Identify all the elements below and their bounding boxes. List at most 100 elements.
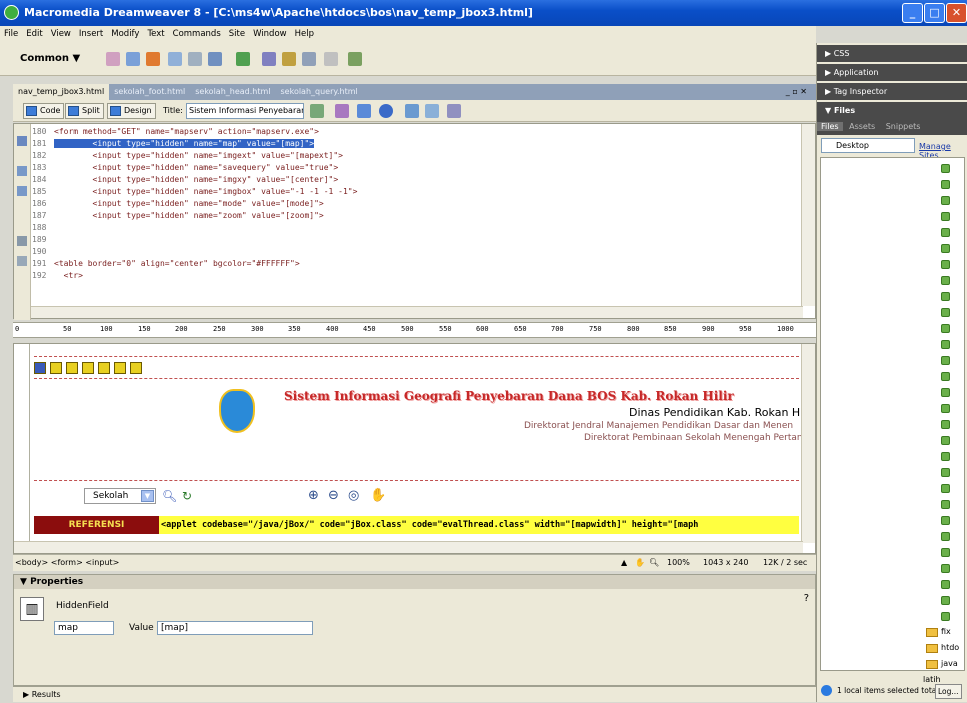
folder-icon[interactable] [926, 644, 938, 653]
file-icon[interactable] [941, 356, 950, 365]
zoom-level-select[interactable]: 100% [667, 555, 690, 571]
tab-sekolah-head[interactable]: sekolah_head.html [190, 84, 275, 100]
code-vertical-scrollbar[interactable] [801, 124, 815, 306]
menu-modify[interactable]: Modify [107, 29, 143, 39]
menu-text[interactable]: Text [143, 29, 168, 39]
css-panel-header[interactable]: ▶ CSS [817, 45, 967, 62]
results-panel-header[interactable]: ▶ Results [13, 686, 816, 702]
visual-aids-icon[interactable] [447, 104, 461, 118]
code-line[interactable]: <input type="hidden" name="imgext" value… [54, 151, 343, 160]
folder-icon[interactable] [926, 628, 938, 637]
window-size-select[interactable]: 1043 x 240 [703, 555, 748, 571]
refresh-design-icon[interactable] [357, 104, 371, 118]
menu-edit[interactable]: Edit [22, 29, 46, 39]
hyperlink-icon[interactable] [106, 52, 120, 66]
code-view-pane[interactable]: 180 <form method="GET" name="mapserv" act… [13, 123, 816, 320]
search-icon[interactable]: 🔍︎ [162, 489, 177, 503]
maximize-button[interactable]: □ [924, 3, 945, 23]
file-icon[interactable] [941, 372, 950, 381]
pan-hand-icon[interactable]: ✋ [370, 488, 386, 503]
sekolah-select[interactable]: Sekolah ▼ [84, 488, 156, 504]
hidden-field-marker-icon[interactable] [50, 362, 62, 374]
named-anchor-icon[interactable] [146, 52, 160, 66]
hand-tool-icon[interactable]: ✋ [635, 555, 645, 571]
full-extent-icon[interactable]: ◎ [348, 488, 359, 503]
highlight-invalid-icon[interactable] [17, 236, 27, 246]
code-line[interactable]: <input type="hidden" name="imgxy" value=… [54, 175, 339, 184]
folder-icon[interactable] [926, 660, 938, 669]
code-line-selected[interactable]: <input type="hidden" name="map" value="[… [54, 139, 315, 148]
collapse-icon[interactable] [17, 166, 27, 176]
script-marker-icon[interactable] [34, 362, 46, 374]
file-icon[interactable] [941, 260, 950, 269]
hidden-field-marker-icon[interactable] [82, 362, 94, 374]
preview-browser-icon[interactable] [335, 104, 349, 118]
code-view-button[interactable]: Code [23, 103, 65, 119]
folder-label[interactable]: fix [941, 627, 951, 636]
menu-insert[interactable]: Insert [75, 29, 107, 39]
file-icon[interactable] [941, 340, 950, 349]
file-icon[interactable] [941, 596, 950, 605]
files-tree[interactable]: fix htdo java [820, 157, 965, 671]
zoom-out-icon[interactable]: ⊖ [328, 488, 339, 503]
file-icon[interactable] [941, 468, 950, 477]
file-icon[interactable] [941, 404, 950, 413]
properties-header[interactable]: ▼ Properties [14, 575, 815, 589]
flash-icon[interactable] [348, 52, 362, 66]
file-icon[interactable] [941, 564, 950, 573]
file-icon[interactable] [941, 612, 950, 621]
design-view-pane[interactable]: Sistem Informasi Geografi Penyebaran Dan… [13, 343, 816, 554]
select-tool-icon[interactable]: ▲ [621, 555, 627, 571]
file-icon[interactable] [941, 500, 950, 509]
file-icon[interactable] [941, 308, 950, 317]
refresh-icon[interactable] [405, 104, 419, 118]
design-view-button[interactable]: Design [107, 103, 156, 119]
tab-files[interactable]: Files [817, 122, 843, 131]
code-line[interactable]: <table border="0" align="center" bgcolor… [54, 259, 300, 268]
tag-inspector-panel-header[interactable]: ▶ Tag Inspector [817, 83, 967, 100]
code-line[interactable]: <input type="hidden" name="zoom" value="… [54, 211, 324, 220]
hidden-field-marker-icon[interactable] [98, 362, 110, 374]
comment-icon[interactable] [282, 52, 296, 66]
log-button[interactable]: Log... [935, 684, 962, 699]
media-icon[interactable] [236, 52, 250, 66]
menu-help[interactable]: Help [291, 29, 318, 39]
code-line[interactable]: <input type="hidden" name="imgbox" value… [54, 187, 358, 196]
file-icon[interactable] [941, 452, 950, 461]
code-line[interactable]: <input type="hidden" name="mode" value="… [54, 199, 324, 208]
insert-category-dropdown[interactable]: Common ▼ [20, 53, 80, 64]
hidden-field-marker-icon[interactable] [114, 362, 126, 374]
date-icon[interactable] [262, 52, 276, 66]
file-icon[interactable] [941, 420, 950, 429]
tag-selector[interactable]: <body> <form> <input> [15, 555, 119, 571]
file-icon[interactable] [941, 244, 950, 253]
file-icon[interactable] [941, 436, 950, 445]
site-location-select[interactable]: Desktop [821, 138, 915, 153]
code-horizontal-scrollbar[interactable] [31, 306, 803, 318]
reset-icon[interactable]: ↻ [182, 489, 192, 503]
tab-snippets[interactable]: Snippets [882, 122, 925, 131]
minimize-button[interactable]: _ [902, 3, 923, 23]
layer-icon[interactable] [188, 52, 202, 66]
code-line[interactable]: <input type="hidden" name="savequery" va… [54, 163, 339, 172]
zoom-tool-icon[interactable]: 🔍︎ [649, 555, 659, 571]
file-icon[interactable] [941, 276, 950, 285]
file-management-icon[interactable] [310, 104, 324, 118]
hidden-field-marker-icon[interactable] [130, 362, 142, 374]
images-icon[interactable] [208, 52, 222, 66]
document-title-input[interactable]: Sistem Informasi Penyebaran I [186, 103, 304, 119]
field-value-input[interactable]: [map] [157, 621, 313, 635]
menu-commands[interactable]: Commands [169, 29, 225, 39]
field-name-input[interactable]: map [54, 621, 114, 635]
file-icon[interactable] [941, 516, 950, 525]
menu-site[interactable]: Site [225, 29, 249, 39]
tag-chooser-icon[interactable] [324, 52, 338, 66]
apply-comment-icon[interactable] [17, 256, 27, 266]
design-horizontal-scrollbar[interactable] [14, 541, 803, 553]
referensi-button[interactable]: REFERENSI [34, 516, 159, 534]
menu-view[interactable]: View [47, 29, 75, 39]
folder-label[interactable]: htdo [941, 643, 959, 652]
menu-file[interactable]: File [0, 29, 22, 39]
menu-window[interactable]: Window [249, 29, 291, 39]
close-button[interactable]: ✕ [946, 3, 967, 23]
